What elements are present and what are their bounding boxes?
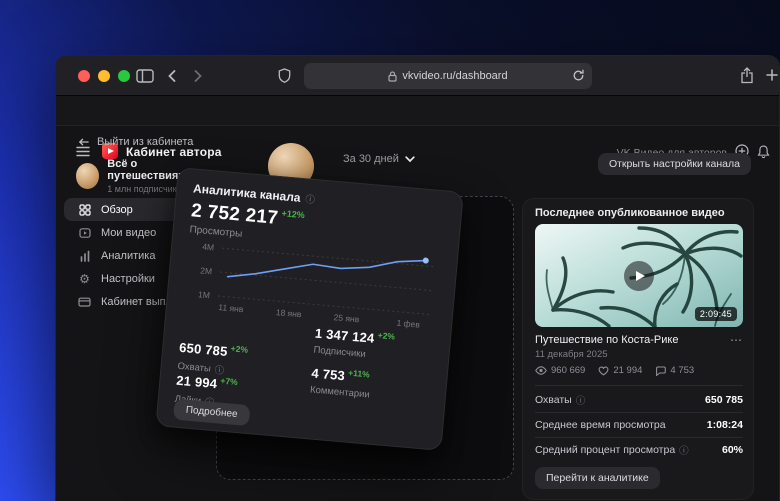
x-axis-label: 25 янв [333,312,360,324]
share-icon[interactable] [740,67,754,84]
lock-icon [388,70,398,82]
browser-window: vkvideo.ru/dashboard Кабинет автора VK В… [55,55,780,501]
refresh-icon[interactable] [572,69,585,82]
metric-row-avg-watch-percent: Средний процент просмотра ⓘ 60% [535,437,743,462]
browser-chrome: vkvideo.ru/dashboard [56,56,779,96]
app-header: Кабинет автора VK Видео для авторов [56,96,779,159]
eye-icon [535,366,547,375]
info-icon[interactable]: ⓘ [576,393,586,407]
x-axis-label: 11 янв [218,302,244,314]
exit-cabinet-button[interactable]: Выйти из кабинета [78,136,193,148]
last-video-card: Последнее опубликованное видео 2:09:45 П… [522,198,754,500]
channel-avatar [76,163,100,189]
y-axis-label: 4М [202,241,215,252]
y-axis-label: 2М [200,265,213,276]
views-mini-chart: 4М 2М 1М 11 янв 18 янв 25 янв 1 фев [180,233,442,335]
sidebar-item-label: Настройки [101,272,155,285]
info-icon[interactable]: ⓘ [679,443,689,457]
sidebar-item-label: Аналитика [101,249,156,262]
divider [535,385,743,386]
period-dropdown[interactable]: За 30 дней [343,153,415,165]
sidebar-toggle-icon[interactable] [136,69,154,83]
forward-icon[interactable] [194,70,202,82]
last-video-header: Последнее опубликованное видео [535,207,725,219]
duration-badge: 2:09:45 [694,307,737,321]
period-label: За 30 дней [343,153,399,165]
privacy-shield-icon[interactable] [278,68,291,84]
info-icon[interactable]: ⓘ [305,191,316,206]
go-to-analytics-button[interactable]: Перейти к аналитике [535,467,660,489]
exit-cabinet-label: Выйти из кабинета [97,136,194,148]
views-delta: +12% [281,208,306,221]
arrow-left-icon [78,138,89,146]
x-axis-label: 1 фев [396,318,421,330]
likes-count[interactable]: 21 994 [598,365,642,376]
metric-row-reach: Охваты ⓘ 650 785 [535,393,743,407]
play-icon[interactable] [624,260,654,291]
heart-icon [598,366,609,375]
main-content: За 30 дней Открыть настройки канала Анал… [155,126,779,501]
more-options-icon[interactable]: ⋯ [730,333,743,347]
payment-card-icon [78,296,91,308]
back-icon[interactable] [168,70,176,82]
comment-icon [656,365,667,376]
views-count: 960 669 [535,365,585,376]
open-channel-settings-button[interactable]: Открыть настройки канала [597,153,751,175]
video-metrics: Охваты ⓘ 650 785 Среднее время просмотра … [535,387,743,462]
chart-end-dot [422,257,429,264]
channel-analytics-card: Аналитика канала ⓘ 2 752 217 +12% Просмот… [155,167,464,452]
sidebar-item-label: Обзор [101,203,133,216]
video-date: 11 декабря 2025 [535,349,608,360]
gear-icon: ⚙ [79,271,90,286]
new-tab-plus-icon[interactable] [766,69,778,81]
video-thumbnail[interactable]: 2:09:45 [535,224,743,327]
comments-stat: 4 753 +11% Комментарии [309,365,371,401]
bar-chart-icon [78,250,91,262]
address-bar[interactable]: vkvideo.ru/dashboard [304,63,592,89]
sidebar-item-label: Мои видео [101,226,157,239]
y-axis-label: 1М [198,289,211,300]
close-window-button[interactable] [78,70,90,82]
comments-count[interactable]: 4 753 [655,365,694,376]
minimize-window-button[interactable] [98,70,110,82]
grid-icon [78,203,91,216]
url-text: vkvideo.ru/dashboard [402,70,508,82]
video-stats: 960 669 21 994 4 753 [535,365,694,376]
desktop: { "colors": { "accent_green": "#4bb34b",… [0,0,780,501]
details-button[interactable]: Подробнее [172,398,251,427]
subscribers-stat: 1 347 124 +2% Подписчики [313,325,396,361]
x-axis-label: 18 янв [275,307,302,319]
chevron-down-icon [405,155,415,162]
video-title[interactable]: Путешествие по Коста-Рике [535,334,678,346]
video-icon [78,227,91,239]
metric-row-avg-watch-time: Среднее время просмотра 1:08:24 [535,412,743,437]
zoom-window-button[interactable] [118,70,130,82]
